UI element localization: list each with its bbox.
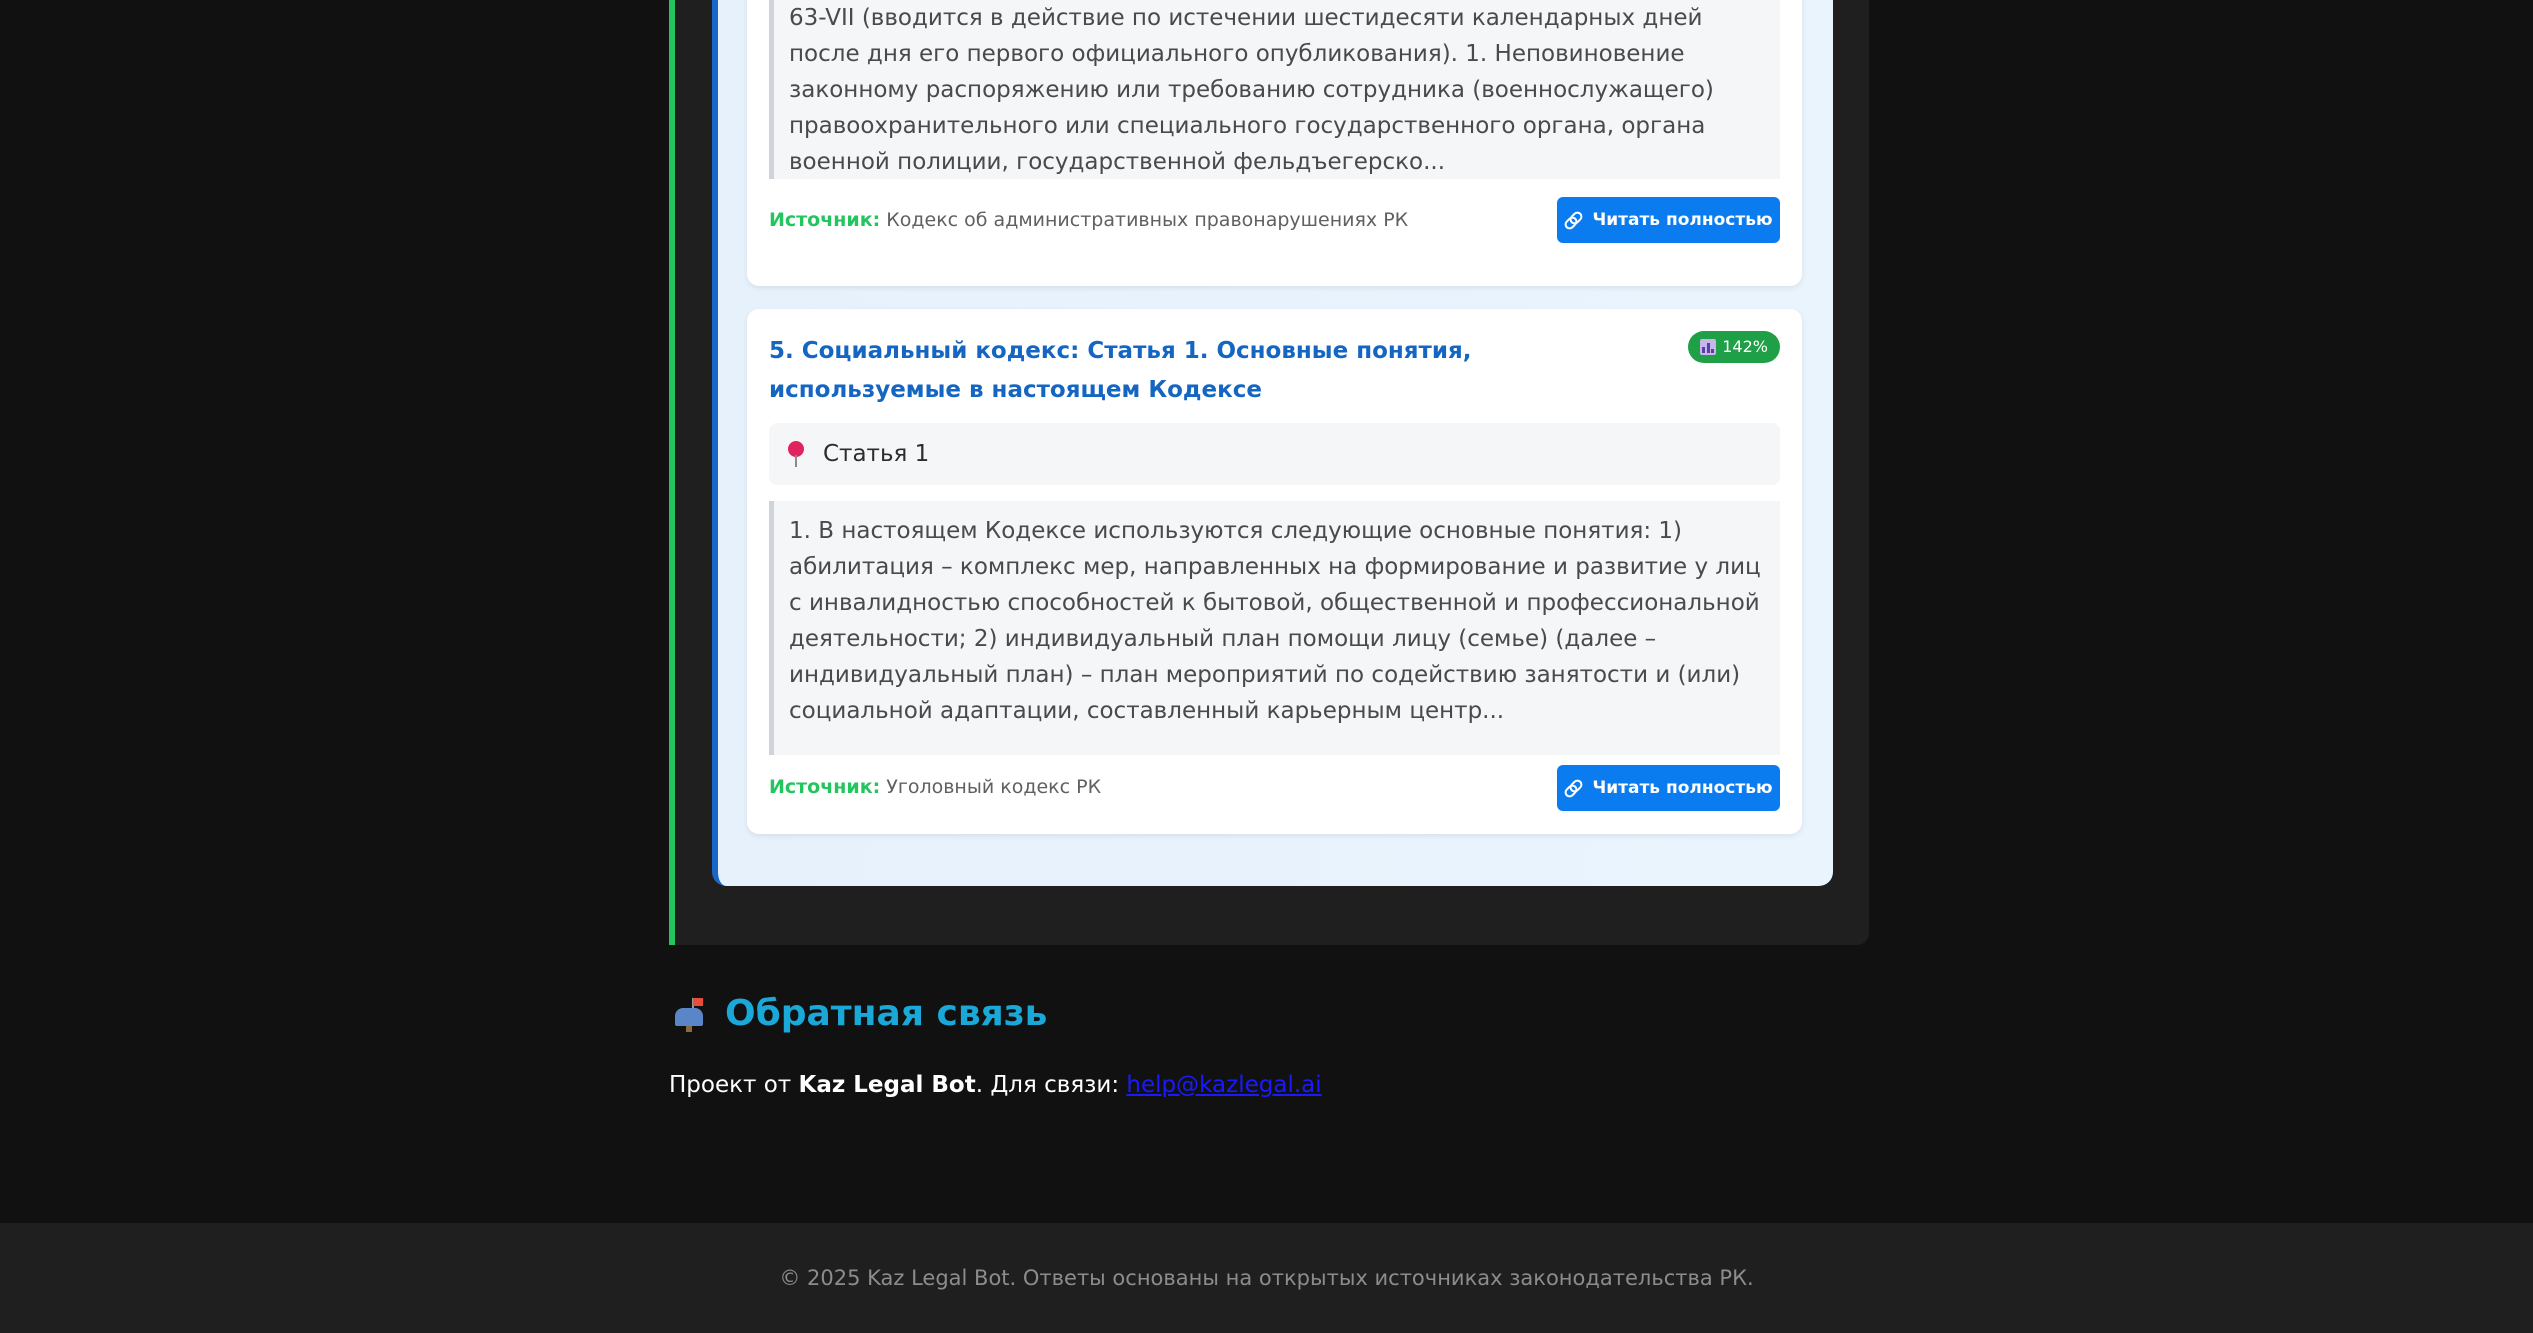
read-more-button[interactable]: Читать полностью [1557, 197, 1780, 243]
article-reference: Статья 1 [769, 423, 1780, 485]
contact-prefix: Проект от [669, 1072, 799, 1098]
feedback-title: Обратная связь [725, 993, 1048, 1034]
result-card: 63-VII (вводится в действие по истечении… [747, 0, 1802, 286]
link-icon [1562, 777, 1585, 800]
source-value: Уголовный кодекс РК [886, 776, 1102, 798]
read-more-button[interactable]: Читать полностью [1557, 765, 1780, 811]
page: 63-VII (вводится в действие по истечении… [0, 0, 2533, 1333]
source-label: Источник: [769, 209, 881, 231]
feedback-heading: Обратная связь [673, 993, 1047, 1034]
bar-chart-icon [1700, 339, 1717, 355]
result-card: 5. Социальный кодекс: Статья 1. Основные… [747, 309, 1802, 834]
read-more-label: Читать полностью [1592, 210, 1773, 230]
source-label: Источник: [769, 776, 881, 798]
contact-line: Проект от Kaz Legal Bot. Для связи: help… [669, 1072, 1322, 1098]
contact-email-link[interactable]: help@kazlegal.ai [1126, 1072, 1321, 1098]
footer: © 2025 Kaz Legal Bot. Ответы основаны на… [0, 1223, 2533, 1333]
relevance-badge: 142% [1688, 331, 1780, 363]
result-source: Источник: Уголовный кодекс РК [769, 776, 1101, 798]
source-value: Кодекс об административных правонарушени… [886, 209, 1409, 231]
relevance-score: 142% [1722, 337, 1768, 356]
pushpin-icon [783, 439, 809, 469]
link-icon [1562, 209, 1585, 232]
footer-text: © 2025 Kaz Legal Bot. Ответы основаны на… [779, 1266, 1754, 1290]
result-title[interactable]: 5. Социальный кодекс: Статья 1. Основные… [769, 332, 1609, 410]
mailbox-icon [673, 996, 709, 1032]
result-excerpt: 63-VII (вводится в действие по истечении… [769, 0, 1780, 179]
result-excerpt: 1. В настоящем Кодексе используются след… [769, 501, 1780, 755]
project-name: Kaz Legal Bot [798, 1072, 976, 1098]
contact-middle: . Для связи: [975, 1072, 1127, 1098]
result-source: Источник: Кодекс об административных пра… [769, 209, 1408, 231]
read-more-label: Читать полностью [1592, 778, 1773, 798]
article-label: Статья 1 [823, 441, 930, 467]
